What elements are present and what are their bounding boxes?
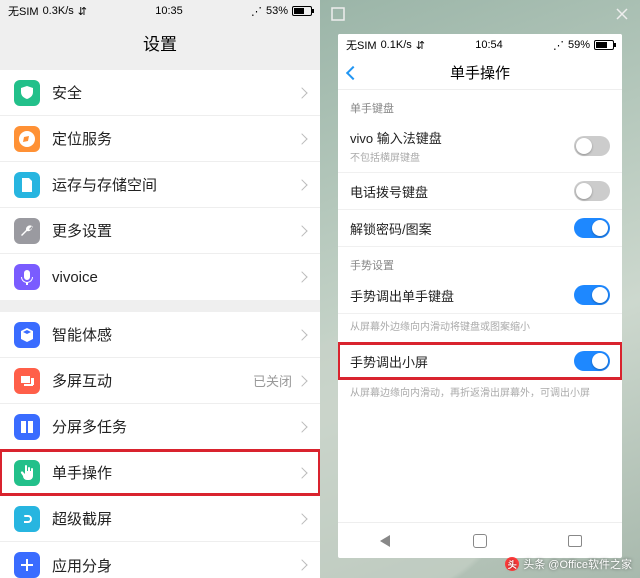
sim-status: 无SIM bbox=[8, 3, 39, 19]
toggle[interactable] bbox=[574, 285, 610, 305]
row-vivoice[interactable]: vivoice bbox=[0, 254, 320, 300]
nav-home[interactable] bbox=[471, 532, 489, 550]
split-icon bbox=[14, 414, 40, 440]
row-label: 分屏多任务 bbox=[52, 416, 298, 437]
row-label: 多屏互动 bbox=[52, 370, 253, 391]
toggle[interactable] bbox=[574, 218, 610, 238]
chevron-right-icon bbox=[296, 225, 307, 236]
row-more[interactable]: 更多设置 bbox=[0, 208, 320, 254]
row-label: vivoice bbox=[52, 269, 298, 286]
battery-icon bbox=[292, 6, 312, 16]
row-label: 解锁密码/图案 bbox=[350, 219, 574, 238]
row-label: 单手操作 bbox=[52, 462, 298, 483]
right-phone: 无SIM 0.1K/s ⇵ 10:54 ⋰ 59% 单手操作 单手键盘vivo … bbox=[320, 0, 640, 578]
row-value: 已关闭 bbox=[253, 371, 292, 390]
battery-pct: 59% bbox=[568, 39, 590, 51]
wifi-icon: ⋰ bbox=[251, 5, 262, 18]
chevron-right-icon bbox=[296, 87, 307, 98]
inner-panel: 无SIM 0.1K/s ⇵ 10:54 ⋰ 59% 单手操作 单手键盘vivo … bbox=[338, 34, 622, 558]
row-label: 更多设置 bbox=[52, 220, 298, 241]
plus-icon bbox=[14, 552, 40, 578]
chevron-right-icon bbox=[296, 179, 307, 190]
row-label: 手势调出小屏 bbox=[350, 352, 574, 371]
section-header: 单手键盘 bbox=[338, 90, 622, 120]
toggle[interactable] bbox=[574, 351, 610, 371]
status-bar-left: 无SIM 0.3K/s ⇵ 10:35 ⋰ 53% bbox=[0, 0, 320, 22]
battery-pct: 53% bbox=[266, 5, 288, 17]
row-label: 安全 bbox=[52, 82, 298, 103]
mic-icon bbox=[14, 264, 40, 290]
s-icon bbox=[14, 506, 40, 532]
battery-icon bbox=[594, 40, 614, 50]
wrench-icon bbox=[14, 218, 40, 244]
row-label: 运存与存储空间 bbox=[52, 174, 298, 195]
clock: 10:35 bbox=[155, 5, 183, 17]
usb-icon: ⇵ bbox=[78, 5, 87, 18]
usb-icon: ⇵ bbox=[416, 39, 425, 52]
chevron-right-icon bbox=[296, 421, 307, 432]
panel-title: 单手操作 bbox=[450, 62, 510, 83]
row-storage[interactable]: 运存与存储空间 bbox=[0, 162, 320, 208]
chevron-right-icon bbox=[296, 375, 307, 386]
expand-icon[interactable] bbox=[330, 6, 346, 22]
watermark-text: 头条 @Office软件之家 bbox=[523, 556, 632, 572]
row-multi-screen[interactable]: 多屏互动已关闭 bbox=[0, 358, 320, 404]
row-label: 智能体感 bbox=[52, 324, 298, 345]
section-hint: 从屏幕外边缘向内滑动将键盘或图案缩小 bbox=[338, 314, 622, 343]
row-security[interactable]: 安全 bbox=[0, 70, 320, 116]
chevron-right-icon bbox=[296, 559, 307, 570]
sim-status: 无SIM bbox=[346, 37, 377, 53]
nav-back[interactable] bbox=[376, 532, 394, 550]
chevron-right-icon bbox=[296, 133, 307, 144]
row-dialer-kb[interactable]: 电话拨号键盘 bbox=[338, 173, 622, 210]
watermark: 头 头条 @Office软件之家 bbox=[505, 556, 632, 572]
row-gesture-mini[interactable]: 手势调出小屏 bbox=[338, 343, 622, 380]
row-label: 手势调出单手键盘 bbox=[350, 286, 574, 305]
toggle[interactable] bbox=[574, 136, 610, 156]
net-speed: 0.1K/s bbox=[381, 39, 412, 51]
row-label: 超级截屏 bbox=[52, 508, 298, 529]
cube-icon bbox=[14, 322, 40, 348]
row-label: 电话拨号键盘 bbox=[350, 182, 574, 201]
back-button[interactable] bbox=[346, 65, 360, 79]
chevron-right-icon bbox=[296, 271, 307, 282]
chevron-right-icon bbox=[296, 329, 307, 340]
row-label: 定位服务 bbox=[52, 128, 298, 149]
row-unlock-kb[interactable]: 解锁密码/图案 bbox=[338, 210, 622, 247]
row-smart-sense[interactable]: 智能体感 bbox=[0, 312, 320, 358]
row-split[interactable]: 分屏多任务 bbox=[0, 404, 320, 450]
page-title: 设置 bbox=[0, 22, 320, 62]
chevron-right-icon bbox=[296, 467, 307, 478]
section-header: 手势设置 bbox=[338, 247, 622, 277]
left-phone: 无SIM 0.3K/s ⇵ 10:35 ⋰ 53% 设置 安全定位服务运存与存储… bbox=[0, 0, 320, 578]
panel-title-bar: 单手操作 bbox=[338, 56, 622, 90]
hand-icon bbox=[14, 460, 40, 486]
compass-icon bbox=[14, 126, 40, 152]
nav-bar bbox=[338, 522, 622, 558]
row-location[interactable]: 定位服务 bbox=[0, 116, 320, 162]
toggle[interactable] bbox=[574, 181, 610, 201]
row-label: vivo 输入法键盘 bbox=[350, 128, 574, 147]
shield-icon bbox=[14, 80, 40, 106]
sim-icon bbox=[14, 172, 40, 198]
net-speed: 0.3K/s bbox=[43, 5, 74, 17]
nav-recent[interactable] bbox=[566, 532, 584, 550]
close-icon[interactable] bbox=[614, 6, 630, 22]
row-gesture-kb[interactable]: 手势调出单手键盘 bbox=[338, 277, 622, 314]
status-bar-right: 无SIM 0.1K/s ⇵ 10:54 ⋰ 59% bbox=[338, 34, 622, 56]
row-app-clone[interactable]: 应用分身 bbox=[0, 542, 320, 578]
screens-icon bbox=[14, 368, 40, 394]
toutiao-icon: 头 bbox=[505, 557, 519, 571]
row-one-hand[interactable]: 单手操作 bbox=[0, 450, 320, 496]
section-hint: 从屏幕边缘向内滑动，再折返滑出屏幕外，可调出小屏 bbox=[338, 380, 622, 409]
clock: 10:54 bbox=[475, 39, 503, 51]
row-label: 应用分身 bbox=[52, 555, 298, 576]
row-subtitle: 不包括横屏键盘 bbox=[350, 149, 574, 164]
row-screenshot[interactable]: 超级截屏 bbox=[0, 496, 320, 542]
overlay-topbar bbox=[320, 0, 640, 28]
chevron-right-icon bbox=[296, 513, 307, 524]
row-vivo-ime[interactable]: vivo 输入法键盘不包括横屏键盘 bbox=[338, 120, 622, 173]
wifi-icon: ⋰ bbox=[553, 39, 564, 52]
